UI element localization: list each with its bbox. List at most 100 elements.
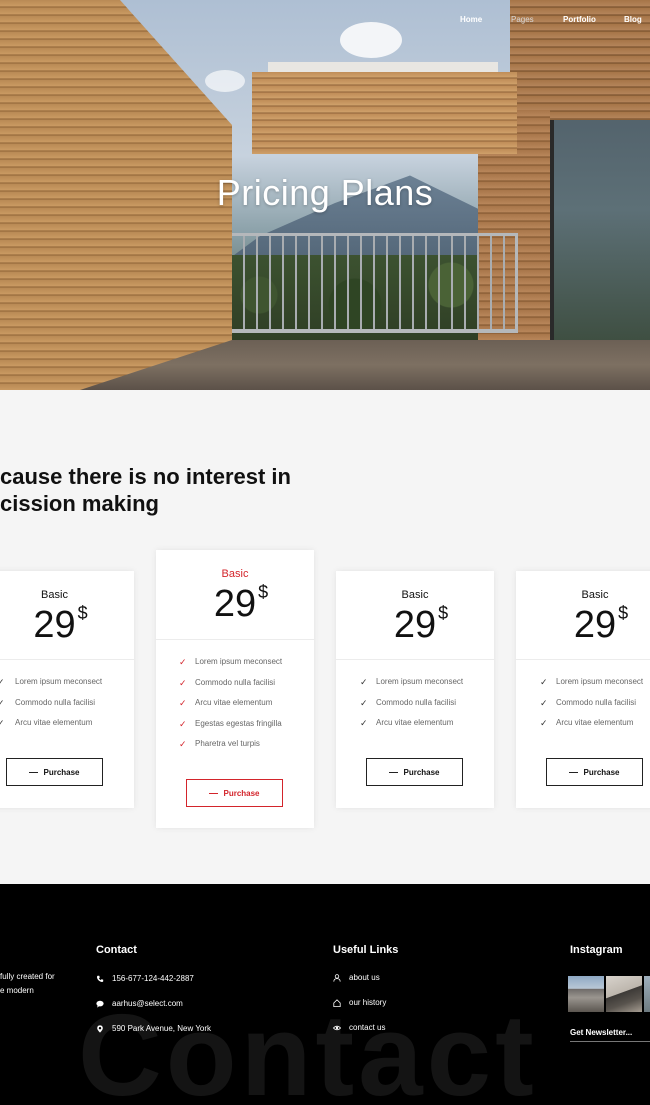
feature-text: Pharetra vel turpis [195,739,260,748]
footer-contact-title: Contact [96,944,137,956]
nav-pages[interactable]: Pages [511,15,534,24]
feature-text: Lorem ipsum meconsect [195,657,283,666]
footer-link-about[interactable]: about us [333,973,380,982]
feature-list: ✓ Lorem ipsum meconsect ✓ Commodo nulla fa… [516,660,650,734]
feature-item: ✓ Lorem ipsum meconsect [0,672,134,693]
nav-portfolio[interactable]: Portfolio [563,15,596,24]
feature-text: Commodo nulla facilisi [195,677,276,687]
pricing-card: Basic 29 $ ✓ Lorem ipsum meconsect ✓ Commod… [516,571,650,808]
purchase-button[interactable]: Purchase [546,758,643,786]
plan-name: Basic [581,589,609,601]
user-icon [333,973,341,982]
check-icon: ✓ [0,677,5,687]
feature-text: Commodo nulla facilisi [15,697,96,707]
footer-email[interactable]: aarhus@select.com [96,999,183,1008]
footer-email-text: aarhus@select.com [112,999,183,1008]
section-heading-line2: cission making [0,491,159,516]
dash-icon [209,792,219,794]
price-currency: $ [438,603,449,623]
plan-name: Basic [401,589,429,601]
phone-icon [96,975,104,982]
footer-links-title: Useful Links [333,944,399,956]
pricing-card-header: Basic 29 $ [156,550,314,640]
price-currency: $ [77,603,88,623]
footer-link-label: our history [349,998,387,1007]
instagram-thumbnail[interactable] [606,976,642,1012]
purchase-button[interactable]: Purchase [366,758,463,786]
footer-link-label: about us [349,973,380,982]
feature-item: ✓ Pharetra vel turpis [156,734,314,755]
price-currency: $ [618,603,629,623]
instagram-thumbnail[interactable] [644,976,650,1012]
feature-item: ✓ Arcu vitae elementum [336,713,494,734]
section-heading-line1: cause there is no interest in [0,464,291,489]
instagram-thumbnail[interactable] [568,976,604,1012]
feature-text: Arcu vitae elementum [195,698,273,707]
check-icon: ✓ [179,677,187,688]
feature-text: Lorem ipsum meconsect [556,677,644,686]
feature-text: Lorem ipsum meconsect [376,677,464,686]
check-icon: ✓ [179,657,187,667]
newsletter-input[interactable]: Get Newsletter... [570,1028,632,1037]
feature-item: ✓ Commodo nulla facilisi [156,673,314,694]
footer-link-contact[interactable]: contact us [333,1023,385,1032]
feature-item: ✓ Arcu vitae elementum [156,693,314,714]
footer-instagram-title: Instagram [570,944,623,956]
purchase-label: Purchase [403,767,440,777]
feature-text: Commodo nulla facilisi [556,697,637,707]
nav-blog[interactable]: Blog [624,15,642,24]
purchase-button[interactable]: Purchase [6,758,103,786]
footer-about-line2: e modern [0,986,34,995]
section-heading: cause there is no interest in cission ma… [0,463,330,517]
newsletter-underline [570,1041,650,1042]
feature-item: ✓ Arcu vitae elementum [516,713,650,734]
feature-list: ✓ Lorem ipsum meconsect ✓ Commodo nulla fa… [156,640,314,755]
purchase-button[interactable]: Purchase [186,779,283,807]
feature-list: ✓ Lorem ipsum meconsect ✓ Commodo nulla fa… [336,660,494,734]
feature-item: ✓ Commodo nulla facilisi [516,693,650,714]
home-icon [333,998,341,1007]
feature-text: Arcu vitae elementum [15,718,93,727]
footer-address: 590 Park Avenue, New York [96,1024,211,1033]
check-icon: ✓ [540,697,548,708]
cloud [340,22,402,58]
feature-text: Lorem ipsum meconsect [15,677,103,686]
check-icon: ✓ [360,677,368,687]
purchase-label: Purchase [223,788,260,798]
dash-icon [569,771,579,773]
eye-icon [333,1025,341,1030]
footer-phone[interactable]: 156-677-124-442-2887 [96,974,194,983]
check-icon: ✓ [0,697,5,708]
feature-text: Egestas egestas fringilla [195,718,282,728]
hero-banner: Pricing Plans Home Pages Portfolio Blog [0,0,650,390]
feature-item: ✓ Egestas egestas fringilla [156,714,314,735]
check-icon: ✓ [360,697,368,708]
check-icon: ✓ [179,739,187,749]
feature-text: Commodo nulla facilisi [376,697,457,707]
pricing-card-header: Basic 29 $ [336,571,494,660]
plan-price: 29 $ [214,583,268,623]
purchase-label: Purchase [43,767,80,777]
mail-icon [96,1000,104,1008]
feature-item: ✓ Lorem ipsum meconsect [516,672,650,693]
nav-home[interactable]: Home [460,15,482,24]
feature-item: ✓ Arcu vitae elementum [0,713,134,734]
pricing-card-header: Basic 29 $ [0,571,134,660]
hero-railing [190,233,518,333]
pricing-card-featured: Basic 29 $ ✓ Lorem ipsum meconsect ✓ Commod… [156,550,314,828]
feature-item: ✓ Lorem ipsum meconsect [156,652,314,673]
price-amount: 29 [573,604,617,646]
footer-phone-text: 156-677-124-442-2887 [112,974,194,983]
footer-link-history[interactable]: our history [333,998,386,1007]
footer-address-text: 590 Park Avenue, New York [112,1024,212,1033]
hero-overhang [252,72,517,154]
check-icon: ✓ [540,718,548,728]
feature-text: Arcu vitae elementum [376,718,454,727]
feature-item: ✓ Commodo nulla facilisi [0,693,134,714]
footer-link-label: contact us [349,1023,386,1032]
pricing-card: Basic 29 $ ✓ Lorem ipsum meconsect ✓ Commod… [336,571,494,808]
price-amount: 29 [33,604,76,646]
location-pin-icon [97,1024,103,1033]
feature-item: ✓ Commodo nulla facilisi [336,693,494,714]
price-currency: $ [258,582,269,602]
